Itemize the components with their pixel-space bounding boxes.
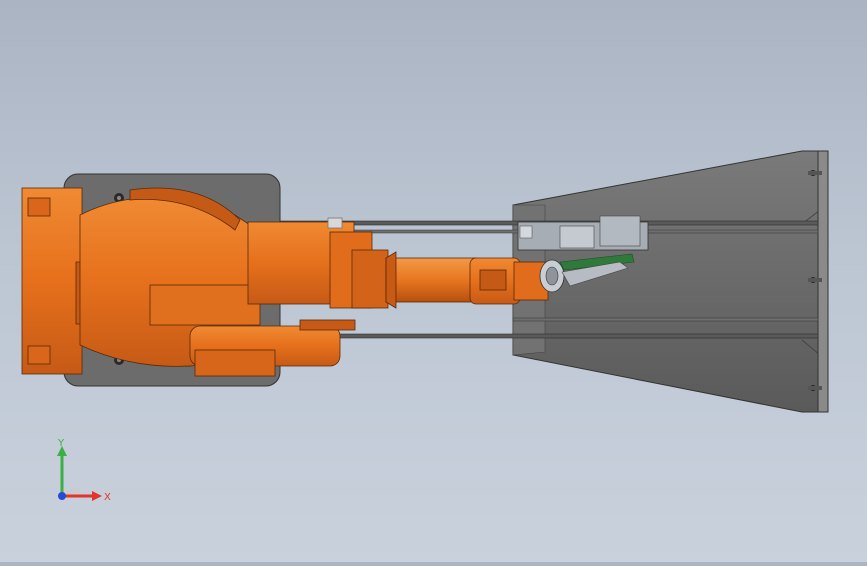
x-axis-label: X bbox=[104, 492, 111, 503]
coordinate-triad: Y X bbox=[40, 438, 120, 518]
y-axis-label: Y bbox=[57, 438, 65, 449]
robot-arm[interactable] bbox=[21, 187, 549, 377]
cad-viewport[interactable] bbox=[0, 0, 867, 562]
